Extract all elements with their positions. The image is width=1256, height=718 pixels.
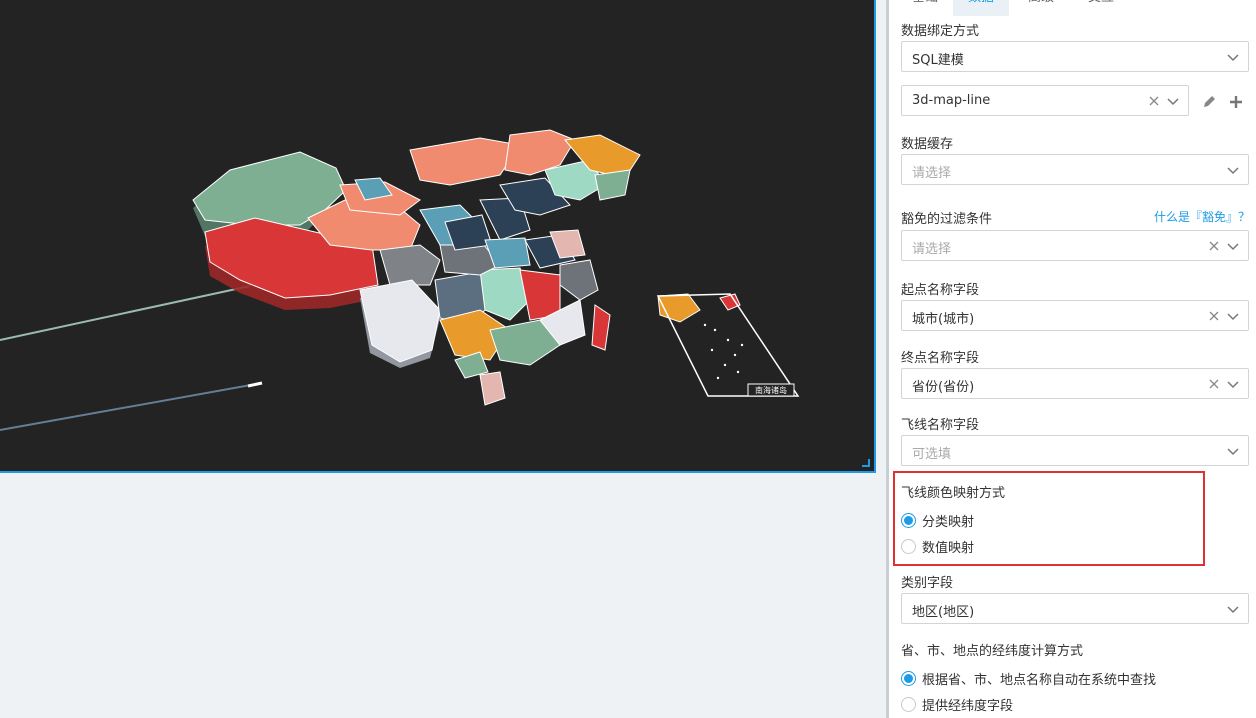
chevron-down-icon	[1227, 448, 1239, 456]
radio-label: 数值映射	[922, 540, 975, 556]
clear-icon[interactable]	[1208, 378, 1220, 390]
line-name-placeholder: 可选填	[912, 447, 952, 462]
model-value: 3d-map-line	[912, 93, 991, 108]
clear-icon[interactable]	[1148, 95, 1160, 107]
radio-label: 分类映射	[922, 514, 975, 530]
filter-select[interactable]: 请选择	[901, 230, 1249, 261]
radio-auto-lookup[interactable]: 根据省、市、地点名称自动在系统中查找	[901, 669, 1157, 688]
category-select[interactable]: 地区(地区)	[901, 593, 1249, 624]
canvas-area: 南海诸岛	[0, 0, 878, 718]
tab-advanced[interactable]: 高级	[1013, 0, 1069, 16]
radio-label: 根据省、市、地点名称自动在系统中查找	[922, 672, 1157, 688]
island-dots	[703, 323, 744, 380]
start-field-label: 起点名称字段	[901, 283, 980, 298]
filter-help-link[interactable]: 什么是『豁免』？	[1154, 208, 1250, 225]
tab-basic[interactable]: 基础	[897, 0, 953, 16]
cache-label: 数据缓存	[901, 137, 954, 152]
chevron-down-icon	[1167, 98, 1179, 106]
cache-placeholder: 请选择	[912, 166, 952, 181]
tab-data[interactable]: 数据	[953, 0, 1009, 16]
radio-provide-coords[interactable]: 提供经纬度字段	[901, 695, 1014, 714]
chevron-down-icon	[1227, 167, 1239, 175]
radio-dot-checked[interactable]	[901, 670, 916, 686]
clear-icon[interactable]	[1208, 310, 1220, 322]
start-field-select[interactable]: 城市(城市)	[901, 300, 1249, 331]
resize-handle[interactable]	[862, 459, 870, 467]
inset-label: 南海诸岛	[755, 385, 787, 395]
radio-value-mapping[interactable]: 数值映射	[901, 537, 975, 556]
tab-interaction[interactable]: 交互	[1073, 0, 1129, 16]
chevron-down-icon	[1227, 54, 1239, 62]
radio-dot-checked[interactable]	[901, 512, 916, 528]
map-provinces	[192, 129, 741, 406]
flight-line	[0, 382, 263, 431]
panel-tabs: 基础 数据 高级 交互	[889, 0, 1256, 16]
china-3d-map: 南海诸岛	[0, 129, 800, 431]
flight-line-head	[247, 381, 263, 388]
binding-value: SQL建模	[912, 53, 964, 68]
line-name-label: 飞线名称字段	[901, 418, 980, 433]
radio-label: 提供经纬度字段	[922, 698, 1014, 714]
radio-dot[interactable]	[901, 538, 916, 554]
end-field-value: 省份(省份)	[912, 380, 975, 395]
binding-select[interactable]: SQL建模	[901, 41, 1249, 72]
flight-line	[0, 285, 251, 341]
coord-label: 省、市、地点的经纬度计算方式	[901, 644, 1084, 659]
filter-placeholder: 请选择	[912, 242, 952, 257]
chevron-down-icon	[1227, 313, 1239, 321]
start-field-value: 城市(城市)	[912, 312, 975, 327]
filter-label: 豁免的过滤条件	[901, 212, 993, 227]
category-value: 地区(地区)	[912, 605, 975, 620]
edit-pencil-icon[interactable]	[1200, 93, 1218, 111]
map-widget[interactable]: 南海诸岛	[0, 0, 876, 473]
radio-category-mapping[interactable]: 分类映射	[901, 511, 975, 530]
end-field-select[interactable]: 省份(省份)	[901, 368, 1249, 399]
category-label: 类别字段	[901, 576, 954, 591]
property-panel: 基础 数据 高级 交互 数据绑定方式 SQL建模 3d-map-line 数据缓…	[889, 0, 1256, 718]
line-name-select[interactable]: 可选填	[901, 435, 1249, 466]
chevron-down-icon	[1227, 381, 1239, 389]
end-field-label: 终点名称字段	[901, 351, 980, 366]
chevron-down-icon	[1227, 606, 1239, 614]
cache-select[interactable]: 请选择	[901, 154, 1249, 185]
add-plus-icon[interactable]	[1227, 93, 1245, 111]
model-select[interactable]: 3d-map-line	[901, 85, 1189, 116]
color-map-label: 飞线颜色映射方式	[901, 486, 1006, 501]
chevron-down-icon	[1227, 243, 1239, 251]
radio-dot[interactable]	[901, 696, 916, 712]
binding-label: 数据绑定方式	[901, 24, 980, 39]
clear-icon[interactable]	[1208, 240, 1220, 252]
